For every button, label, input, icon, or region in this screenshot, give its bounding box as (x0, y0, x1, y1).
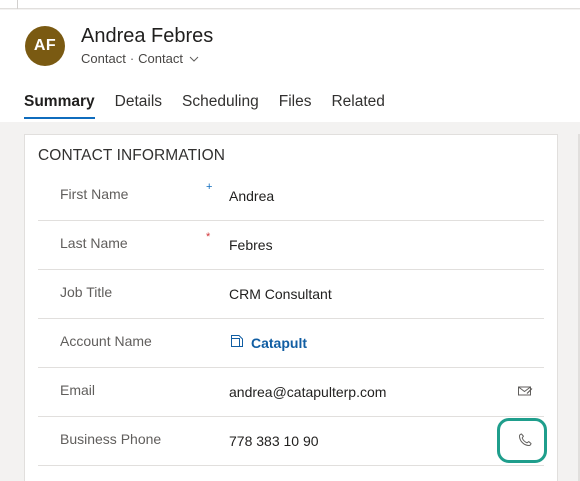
tab-files[interactable]: Files (269, 92, 322, 122)
field-email: Email andrea@catapulterp.com (38, 368, 544, 417)
field-label: Business Phone (60, 431, 162, 447)
field-last-name: Last Name * Febres (38, 221, 544, 270)
last-name-input[interactable]: Febres (229, 237, 273, 253)
send-email-icon[interactable] (516, 382, 534, 400)
entity-name: Contact (81, 51, 126, 66)
tab-summary[interactable]: Summary (24, 92, 105, 122)
highlight-circle (497, 418, 547, 463)
field-business-phone: Business Phone 778 383 10 90 (38, 417, 544, 466)
record-subtitle: Contact · Contact (81, 51, 199, 66)
record-header: AF Andrea Febres Contact · Contact Summa… (0, 10, 580, 122)
field-label: Account Name (60, 333, 152, 349)
avatar: AF (25, 26, 65, 66)
field-label: First Name (60, 186, 129, 202)
field-label: Last Name (60, 235, 128, 251)
account-icon (229, 333, 245, 349)
top-strip (0, 0, 580, 9)
tab-scheduling[interactable]: Scheduling (172, 92, 269, 122)
chevron-down-icon[interactable] (189, 54, 199, 64)
form-selector[interactable]: Contact (138, 51, 183, 66)
tab-details[interactable]: Details (105, 92, 172, 122)
tab-related[interactable]: Related (321, 92, 394, 122)
job-title-input[interactable]: CRM Consultant (229, 286, 332, 302)
field-account-name: Account Name Catapult (38, 319, 544, 368)
separator-dot: · (129, 51, 135, 66)
email-input[interactable]: andrea@catapulterp.com (229, 384, 386, 400)
recommended-indicator: + (206, 181, 213, 193)
tab-list: Summary Details Scheduling Files Related (24, 92, 395, 122)
top-strip-divider (17, 0, 18, 9)
field-job-title: Job Title CRM Consultant (38, 270, 544, 319)
field-first-name: First Name + Andrea (38, 172, 544, 221)
contact-information-section: CONTACT INFORMATION First Name + Andrea … (24, 134, 558, 481)
account-name-link[interactable]: Catapult (251, 335, 307, 351)
record-title: Andrea Febres (81, 25, 214, 47)
section-title: CONTACT INFORMATION (38, 147, 226, 164)
first-name-input[interactable]: Andrea (229, 188, 274, 204)
required-indicator: * (206, 231, 211, 243)
field-label: Email (60, 382, 96, 398)
field-label: Job Title (60, 284, 113, 300)
business-phone-input[interactable]: 778 383 10 90 (229, 433, 319, 449)
